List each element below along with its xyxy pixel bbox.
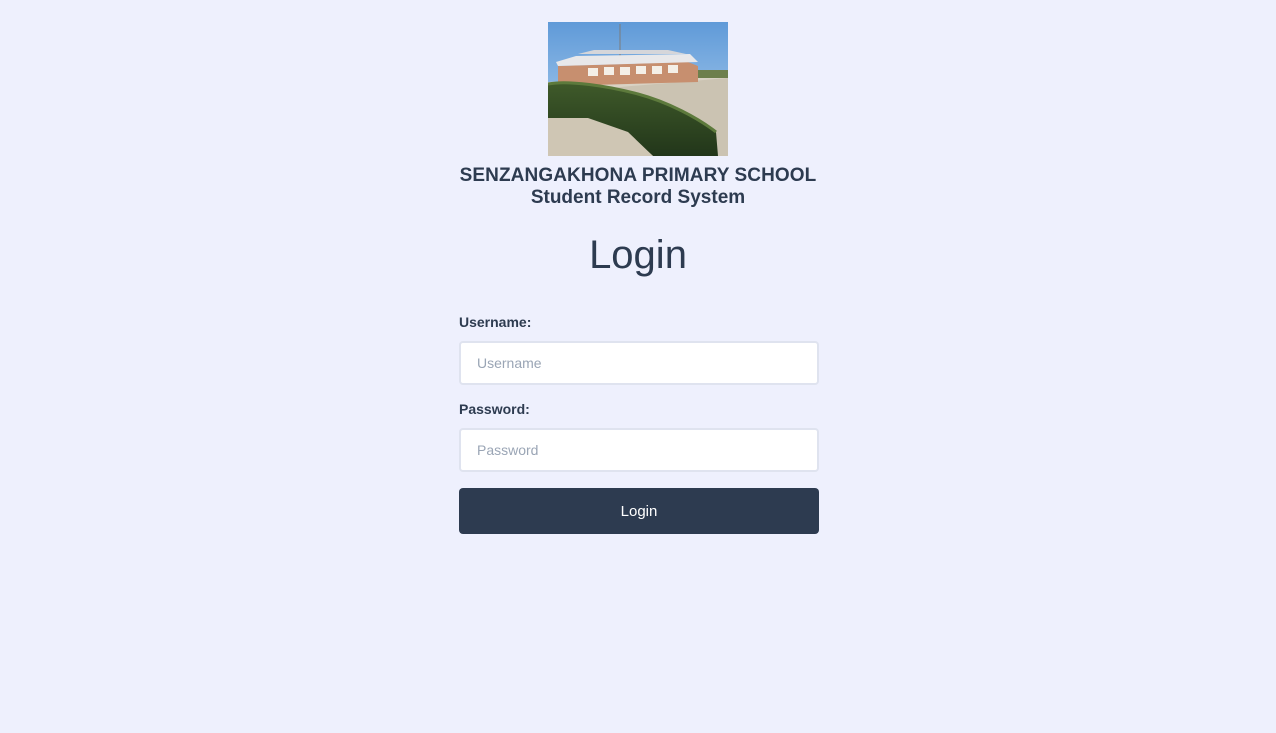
username-label: Username: <box>459 314 532 330</box>
school-name: SENZANGAKHONA PRIMARY SCHOOL <box>459 165 817 186</box>
username-input[interactable] <box>459 341 819 385</box>
page-title: Login <box>589 233 687 277</box>
system-name: Student Record System <box>530 187 746 208</box>
school-building-photo <box>548 22 728 156</box>
password-label: Password: <box>459 401 530 417</box>
login-button[interactable]: Login <box>459 488 819 534</box>
login-form: Username: Password: Login <box>459 313 819 534</box>
password-input[interactable] <box>459 428 819 472</box>
header: SENZANGAKHONA PRIMARY SCHOOL Student Rec… <box>0 22 1276 208</box>
